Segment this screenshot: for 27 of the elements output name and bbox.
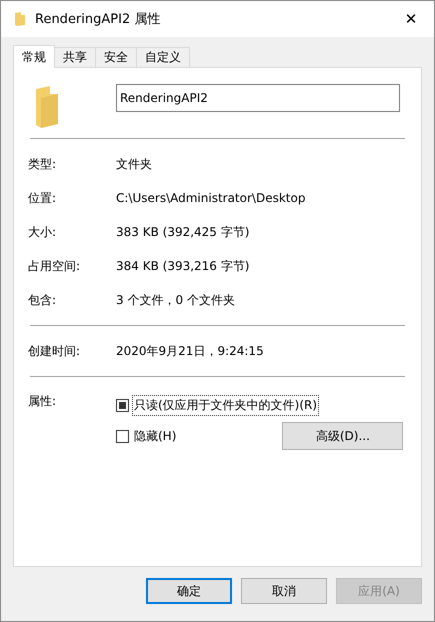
name-field[interactable]: RenderingAPI2	[116, 84, 400, 112]
property-value: 383 KB (392,425 字节)	[116, 224, 250, 240]
dialog-button[interactable]: 取消	[241, 578, 327, 604]
tab[interactable]: 常规	[13, 45, 55, 68]
property-value: 384 KB (393,216 字节)	[116, 258, 250, 274]
checkbox[interactable]	[116, 430, 129, 442]
property-label: 位置:	[28, 190, 58, 206]
folder-icon	[15, 12, 25, 26]
tab[interactable]: 自定义	[136, 47, 190, 67]
advanced-button[interactable]: 高级(D)...	[282, 422, 404, 450]
property-label: 类型:	[28, 156, 58, 172]
property-label: 占用空间:	[28, 258, 82, 274]
checkbox-label[interactable]: 只读(仅应用于文件夹中的文件)(R)	[132, 394, 320, 416]
property-value: 3 个文件，0 个文件夹	[116, 292, 235, 308]
window-title: RenderingAPI2 属性	[35, 11, 162, 28]
attributes-label: 属性:	[28, 393, 58, 410]
close-button[interactable]: ✕	[388, 1, 434, 37]
property-value: 文件夹	[116, 156, 152, 172]
checkbox-label[interactable]: 隐藏(H)	[132, 426, 178, 446]
folder-icon	[36, 86, 58, 128]
property-value: C:\Users\Administrator\Desktop	[116, 191, 306, 205]
property-label: 创建时间:	[28, 342, 82, 360]
dialog-button[interactable]: 确定	[146, 578, 232, 604]
property-label: 包含:	[28, 292, 58, 308]
property-label: 大小:	[28, 224, 58, 240]
property-value: 2020年9月21日，9:24:15	[116, 342, 264, 360]
checkbox[interactable]	[116, 398, 129, 412]
